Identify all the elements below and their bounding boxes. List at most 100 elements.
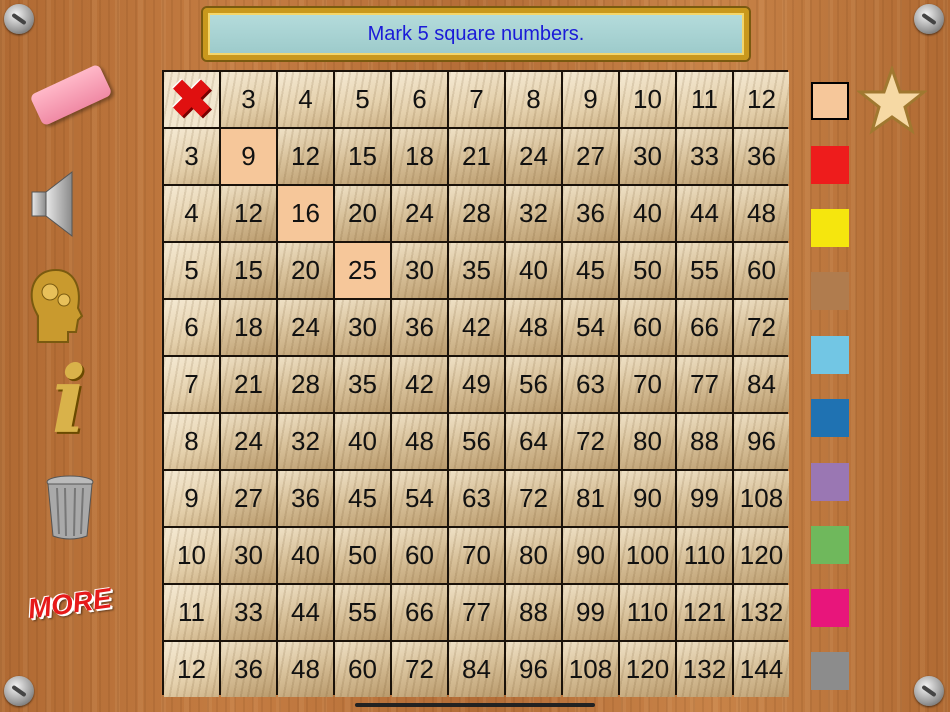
product-cell[interactable]: 110 — [677, 528, 732, 583]
product-cell[interactable]: 30 — [221, 528, 276, 583]
product-cell[interactable]: 66 — [677, 300, 732, 355]
color-swatch[interactable] — [811, 336, 849, 374]
product-cell[interactable]: 15 — [221, 243, 276, 298]
product-cell[interactable]: 32 — [506, 186, 561, 241]
info-icon[interactable]: i — [44, 352, 94, 448]
product-cell[interactable]: 24 — [392, 186, 447, 241]
product-cell[interactable]: 88 — [677, 414, 732, 469]
product-cell[interactable]: 70 — [449, 528, 504, 583]
product-cell[interactable]: 40 — [620, 186, 675, 241]
product-cell[interactable]: 12 — [221, 186, 276, 241]
product-cell[interactable]: 18 — [221, 300, 276, 355]
product-cell[interactable]: 121 — [677, 585, 732, 640]
product-cell[interactable]: 84 — [449, 642, 504, 697]
product-cell[interactable]: 18 — [392, 129, 447, 184]
product-cell[interactable]: 120 — [734, 528, 789, 583]
more-button[interactable]: MORE — [26, 582, 114, 629]
product-cell[interactable]: 108 — [563, 642, 618, 697]
product-cell[interactable]: 144 — [734, 642, 789, 697]
product-cell[interactable]: 64 — [506, 414, 561, 469]
product-cell[interactable]: 40 — [506, 243, 561, 298]
product-cell[interactable]: 54 — [563, 300, 618, 355]
product-cell[interactable]: 90 — [620, 471, 675, 526]
product-cell[interactable]: 35 — [335, 357, 390, 412]
color-swatch[interactable] — [811, 399, 849, 437]
product-cell[interactable]: 40 — [335, 414, 390, 469]
product-cell[interactable]: 49 — [449, 357, 504, 412]
product-cell[interactable]: 24 — [506, 129, 561, 184]
product-cell[interactable]: 9 — [221, 129, 276, 184]
product-cell[interactable]: 132 — [677, 642, 732, 697]
product-cell[interactable]: 16 — [278, 186, 333, 241]
product-cell[interactable]: 63 — [449, 471, 504, 526]
product-cell[interactable]: 15 — [335, 129, 390, 184]
product-cell[interactable]: 28 — [278, 357, 333, 412]
product-cell[interactable]: 77 — [449, 585, 504, 640]
product-cell[interactable]: 66 — [392, 585, 447, 640]
product-cell[interactable]: 110 — [620, 585, 675, 640]
product-cell[interactable]: 96 — [734, 414, 789, 469]
clear-button[interactable]: ✖ — [164, 72, 219, 127]
product-cell[interactable]: 99 — [677, 471, 732, 526]
color-swatch[interactable] — [811, 589, 849, 627]
star-icon[interactable] — [855, 64, 929, 136]
product-cell[interactable]: 30 — [620, 129, 675, 184]
product-cell[interactable]: 48 — [392, 414, 447, 469]
product-cell[interactable]: 80 — [506, 528, 561, 583]
product-cell[interactable]: 55 — [335, 585, 390, 640]
color-swatch[interactable] — [811, 146, 849, 184]
product-cell[interactable]: 36 — [278, 471, 333, 526]
product-cell[interactable]: 20 — [278, 243, 333, 298]
product-cell[interactable]: 24 — [221, 414, 276, 469]
product-cell[interactable]: 30 — [335, 300, 390, 355]
product-cell[interactable]: 50 — [335, 528, 390, 583]
product-cell[interactable]: 60 — [392, 528, 447, 583]
trash-can-icon[interactable] — [45, 474, 95, 540]
product-cell[interactable]: 33 — [677, 129, 732, 184]
color-swatch[interactable] — [811, 209, 849, 247]
color-swatch[interactable] — [811, 526, 849, 564]
product-cell[interactable]: 20 — [335, 186, 390, 241]
product-cell[interactable]: 90 — [563, 528, 618, 583]
product-cell[interactable]: 42 — [449, 300, 504, 355]
product-cell[interactable]: 48 — [278, 642, 333, 697]
product-cell[interactable]: 99 — [563, 585, 618, 640]
product-cell[interactable]: 21 — [221, 357, 276, 412]
product-cell[interactable]: 48 — [734, 186, 789, 241]
product-cell[interactable]: 77 — [677, 357, 732, 412]
product-cell[interactable]: 96 — [506, 642, 561, 697]
product-cell[interactable]: 40 — [278, 528, 333, 583]
speaker-icon[interactable] — [30, 168, 76, 240]
product-cell[interactable]: 50 — [620, 243, 675, 298]
product-cell[interactable]: 25 — [335, 243, 390, 298]
product-cell[interactable]: 132 — [734, 585, 789, 640]
product-cell[interactable]: 45 — [563, 243, 618, 298]
product-cell[interactable]: 60 — [335, 642, 390, 697]
product-cell[interactable]: 72 — [392, 642, 447, 697]
product-cell[interactable]: 54 — [392, 471, 447, 526]
product-cell[interactable]: 33 — [221, 585, 276, 640]
product-cell[interactable]: 36 — [221, 642, 276, 697]
color-swatch[interactable] — [811, 272, 849, 310]
product-cell[interactable]: 60 — [734, 243, 789, 298]
color-swatch[interactable] — [811, 463, 849, 501]
product-cell[interactable]: 30 — [392, 243, 447, 298]
product-cell[interactable]: 63 — [563, 357, 618, 412]
color-swatch[interactable] — [811, 652, 849, 690]
product-cell[interactable]: 36 — [392, 300, 447, 355]
product-cell[interactable]: 36 — [563, 186, 618, 241]
brain-gears-head-icon[interactable] — [26, 266, 86, 346]
product-cell[interactable]: 56 — [506, 357, 561, 412]
product-cell[interactable]: 28 — [449, 186, 504, 241]
product-cell[interactable]: 35 — [449, 243, 504, 298]
product-cell[interactable]: 27 — [221, 471, 276, 526]
product-cell[interactable]: 108 — [734, 471, 789, 526]
product-cell[interactable]: 21 — [449, 129, 504, 184]
color-swatch[interactable] — [811, 82, 849, 120]
product-cell[interactable]: 60 — [620, 300, 675, 355]
product-cell[interactable]: 12 — [278, 129, 333, 184]
product-cell[interactable]: 72 — [734, 300, 789, 355]
product-cell[interactable]: 42 — [392, 357, 447, 412]
product-cell[interactable]: 55 — [677, 243, 732, 298]
product-cell[interactable]: 72 — [506, 471, 561, 526]
